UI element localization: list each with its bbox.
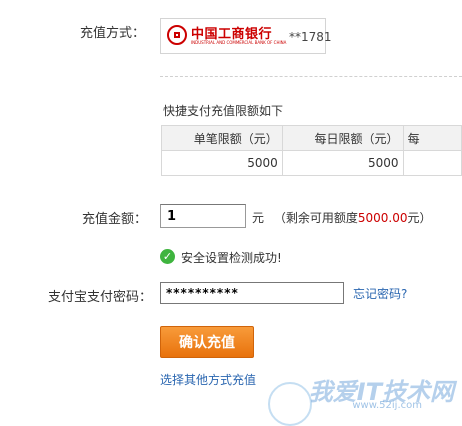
other-methods-link[interactable]: 选择其他方式充值 [160,371,256,388]
table-cell-monthly [402,150,462,176]
card-suffix: **1781 [289,30,332,44]
table-header-monthly: 每 [402,125,462,151]
watermark-logo-icon [268,382,312,426]
table-cell-single: 5000 [161,150,283,176]
remaining-suffix: 元） [407,211,432,225]
limits-caption: 快捷支付充值限额如下 [163,104,284,118]
divider [160,76,462,77]
bank-card-selector[interactable]: 中国工商银行 INDUSTRIAL AND COMMERCIAL BANK OF… [160,18,332,54]
amount-info: 元 （剩余可用额度5000.00元） [252,209,432,226]
table-header-daily: 每日限额（元） [281,125,404,151]
success-check-icon: ✓ [160,249,175,264]
limits-table: 单笔限额（元） 每日限额（元） 每 5000 5000 [161,125,462,176]
confirm-recharge-button[interactable]: 确认充值 [160,326,254,358]
table-row: 单笔限额（元） 每日限额（元） 每 [161,125,462,151]
bank-name-en: INDUSTRIAL AND COMMERCIAL BANK OF CHINA [191,40,287,45]
password-label: 支付宝支付密码： [48,290,153,305]
payment-method-label: 充值方式： [80,26,146,41]
security-message: 安全设置检测成功! [181,251,282,265]
amount-label: 充值金额： [82,212,148,227]
watermark-url: www.52ij.com [352,400,422,411]
icbc-logo-icon [167,25,187,45]
remaining-value: 5000.00 [357,211,408,225]
table-cell-daily: 5000 [281,150,404,176]
remaining-prefix: （剩余可用额度 [273,211,358,225]
amount-unit: 元 [252,211,265,225]
table-header-single: 单笔限额（元） [161,125,283,151]
forgot-password-link[interactable]: 忘记密码? [353,285,407,302]
password-input[interactable] [160,282,344,304]
amount-input[interactable] [160,204,246,228]
table-row: 5000 5000 [161,150,462,176]
